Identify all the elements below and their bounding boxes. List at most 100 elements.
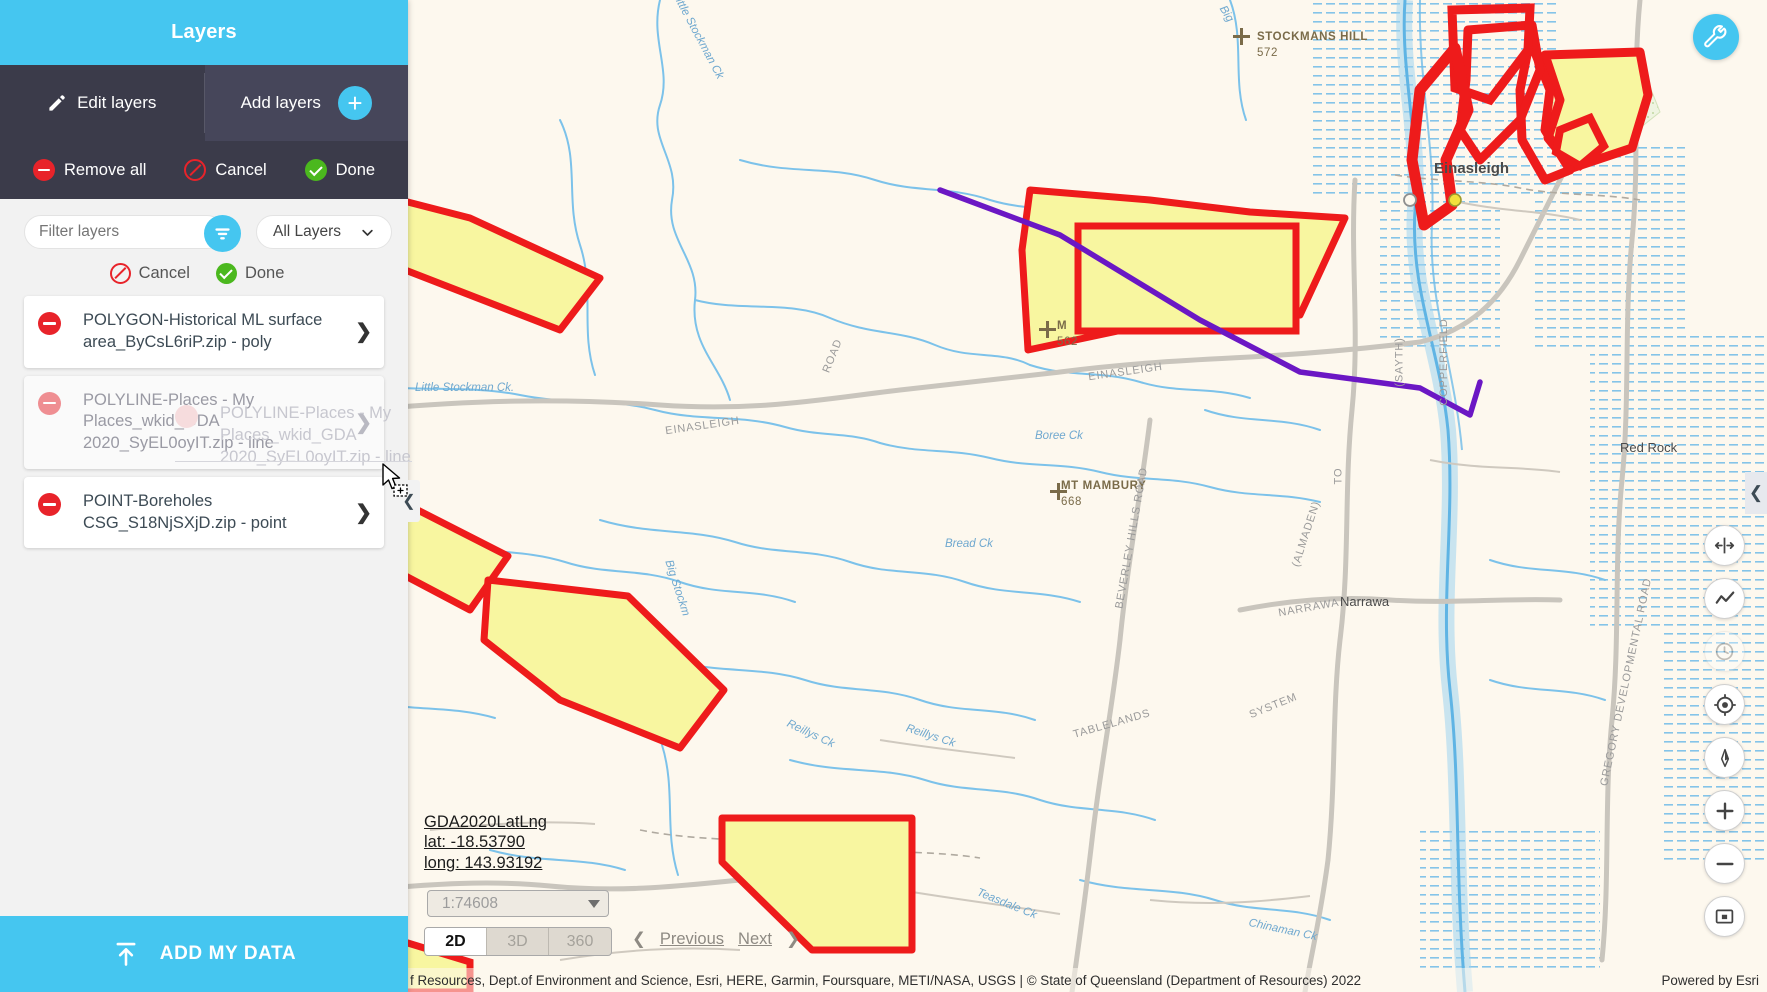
list-item[interactable]: POLYGON-Historical ML surface area_ByCsL…	[24, 296, 384, 368]
map-label-road: TO	[1332, 467, 1345, 485]
view-mode-toggle[interactable]: 2D 3D 360	[424, 927, 612, 956]
layer-name: POINT-Boreholes CSG_S18NjSXjD.zip - poin…	[83, 491, 287, 532]
collapse-right-panel-button[interactable]: ❮	[1745, 472, 1767, 514]
map-label-town: Einasleigh	[1434, 160, 1510, 177]
tab-add-layers[interactable]: Add layers +	[204, 65, 408, 141]
default-extent-button[interactable]	[1704, 896, 1745, 937]
time-history-button	[1704, 631, 1745, 672]
remove-layer-icon[interactable]	[38, 312, 61, 335]
add-my-data-button[interactable]: ADD MY DATA	[0, 916, 408, 992]
map-label-river: Bread Ck	[945, 538, 993, 550]
tools-wrench-button[interactable]	[1693, 14, 1739, 60]
locate-me-button[interactable]	[1704, 684, 1745, 725]
zoom-out-button[interactable]	[1704, 843, 1745, 884]
map-label-place: STOCKMANS HILL	[1257, 31, 1369, 43]
layers-panel: Layers Edit layers Add layers + Remove a…	[0, 0, 408, 992]
coordinate-datum: GDA2020LatLng	[424, 813, 547, 831]
remove-icon	[32, 159, 55, 181]
subaction-done-button[interactable]: Done	[215, 263, 285, 284]
tab-add-layers-label: Add layers	[240, 93, 321, 112]
zoom-in-button[interactable]	[1704, 790, 1745, 831]
pencil-icon	[47, 94, 66, 113]
map-label-elevation: 562	[1057, 336, 1078, 348]
clock-history-icon	[1715, 642, 1734, 661]
layer-list[interactable]: POLYGON-Historical ML surface area_ByCsL…	[0, 296, 408, 556]
chevron-down-icon	[362, 229, 373, 236]
cancel-icon	[184, 159, 207, 181]
previous-link[interactable]: Previous	[660, 930, 724, 949]
elevation-profile-button[interactable]	[1704, 578, 1745, 619]
view-mode-3d[interactable]: 3D	[487, 928, 549, 955]
subaction-cancel-button[interactable]: Cancel	[109, 263, 190, 284]
upload-icon	[116, 942, 136, 966]
map-label-elevation: 668	[1061, 496, 1082, 508]
filter-layers-field[interactable]	[24, 215, 241, 252]
cancel-icon	[109, 263, 131, 284]
map-label-road: COPPERFIELD	[1437, 318, 1450, 406]
list-item[interactable]: POLYLINE-Places - My Places_wkid_GDA 202…	[24, 375, 384, 469]
filter-layers-input[interactable]	[39, 223, 189, 241]
panel-title: Layers	[0, 0, 408, 65]
remove-all-button[interactable]: Remove all	[32, 159, 147, 181]
powered-by-esri: Powered by Esri	[1661, 972, 1760, 988]
wrench-icon	[1704, 25, 1727, 48]
panel-tabs[interactable]: Edit layers Add layers +	[0, 65, 408, 141]
cancel-button[interactable]: Cancel	[184, 159, 267, 181]
layer-name: POLYLINE-Places - My Places_wkid_GDA 202…	[83, 390, 274, 453]
zoom-in-icon	[1715, 801, 1734, 820]
remove-all-label: Remove all	[63, 160, 147, 179]
next-link[interactable]: Next	[738, 930, 772, 949]
elevation-profile-icon	[1715, 590, 1734, 604]
remove-layer-icon[interactable]	[38, 492, 61, 516]
map-scale-select[interactable]: 1:74608	[427, 890, 609, 917]
subaction-cancel-label: Cancel	[138, 264, 190, 282]
filter-apply-button[interactable]	[204, 215, 241, 252]
chevron-left-icon: ❮	[1748, 483, 1764, 502]
filter-icon	[215, 228, 230, 240]
layer-name: POLYGON-Historical ML surface area_ByCsL…	[83, 311, 323, 351]
map-label-river: Little Stockman Ck.	[415, 382, 515, 394]
chevron-left-icon: ❮	[402, 493, 416, 510]
chevron-right-icon[interactable]: ❯	[355, 410, 372, 435]
done-icon	[304, 159, 327, 181]
layer-scope-value: All Layers	[273, 223, 342, 240]
collapse-left-panel-button[interactable]: ❮	[398, 480, 420, 522]
map-label-road: (SAYTH)	[1393, 337, 1406, 387]
chevron-right-icon[interactable]: ❯	[355, 319, 372, 344]
locate-target-icon	[1713, 693, 1736, 716]
cancel-label: Cancel	[215, 160, 267, 179]
tab-edit-layers[interactable]: Edit layers	[0, 65, 204, 141]
panel-actions[interactable]: Remove all Cancel Done	[0, 141, 408, 199]
done-label: Done	[335, 160, 376, 179]
remove-layer-icon[interactable]	[38, 391, 61, 415]
zoom-out-icon	[1715, 862, 1734, 865]
done-button[interactable]: Done	[304, 159, 376, 181]
compass-button[interactable]	[1704, 737, 1745, 778]
previous-arrow-icon[interactable]: ❮	[632, 929, 646, 949]
map-label-town: Red Rock	[1620, 440, 1678, 455]
layer-scope-select[interactable]: All Layers	[256, 215, 392, 249]
subaction-done-label: Done	[244, 264, 285, 282]
coordinate-readout: GDA2020LatLng lat: -18.53790 long: 143.9…	[424, 812, 547, 873]
panel-subactions[interactable]: Cancel Done	[0, 263, 408, 284]
next-arrow-icon[interactable]: ❯	[786, 929, 800, 949]
map-label-place-partial: M	[1057, 320, 1068, 332]
view-mode-360[interactable]: 360	[549, 928, 611, 955]
coordinate-lat: lat: -18.53790	[424, 833, 525, 852]
measure-distance-icon	[1714, 537, 1735, 554]
plus-circle-icon[interactable]: +	[337, 86, 372, 120]
done-icon	[215, 263, 237, 284]
chevron-right-icon[interactable]: ❯	[355, 500, 372, 525]
map-tools-toolbar[interactable]	[1704, 525, 1745, 937]
add-my-data-label: ADD MY DATA	[159, 943, 297, 964]
coordinate-long: long: 143.93192	[424, 853, 543, 872]
measure-distance-button[interactable]	[1704, 525, 1745, 566]
map-scale-value: 1:74608	[442, 894, 499, 912]
list-item[interactable]: POINT-Boreholes CSG_S18NjSXjD.zip - poin…	[24, 476, 384, 549]
tab-edit-layers-label: Edit layers	[77, 93, 157, 112]
map-label-elevation: 572	[1257, 47, 1278, 59]
map-pagination[interactable]: ❮ Previous Next ❯	[632, 929, 800, 949]
caret-down-icon	[588, 899, 600, 908]
view-mode-2d[interactable]: 2D	[425, 928, 487, 955]
filter-row[interactable]: All Layers	[0, 199, 408, 252]
